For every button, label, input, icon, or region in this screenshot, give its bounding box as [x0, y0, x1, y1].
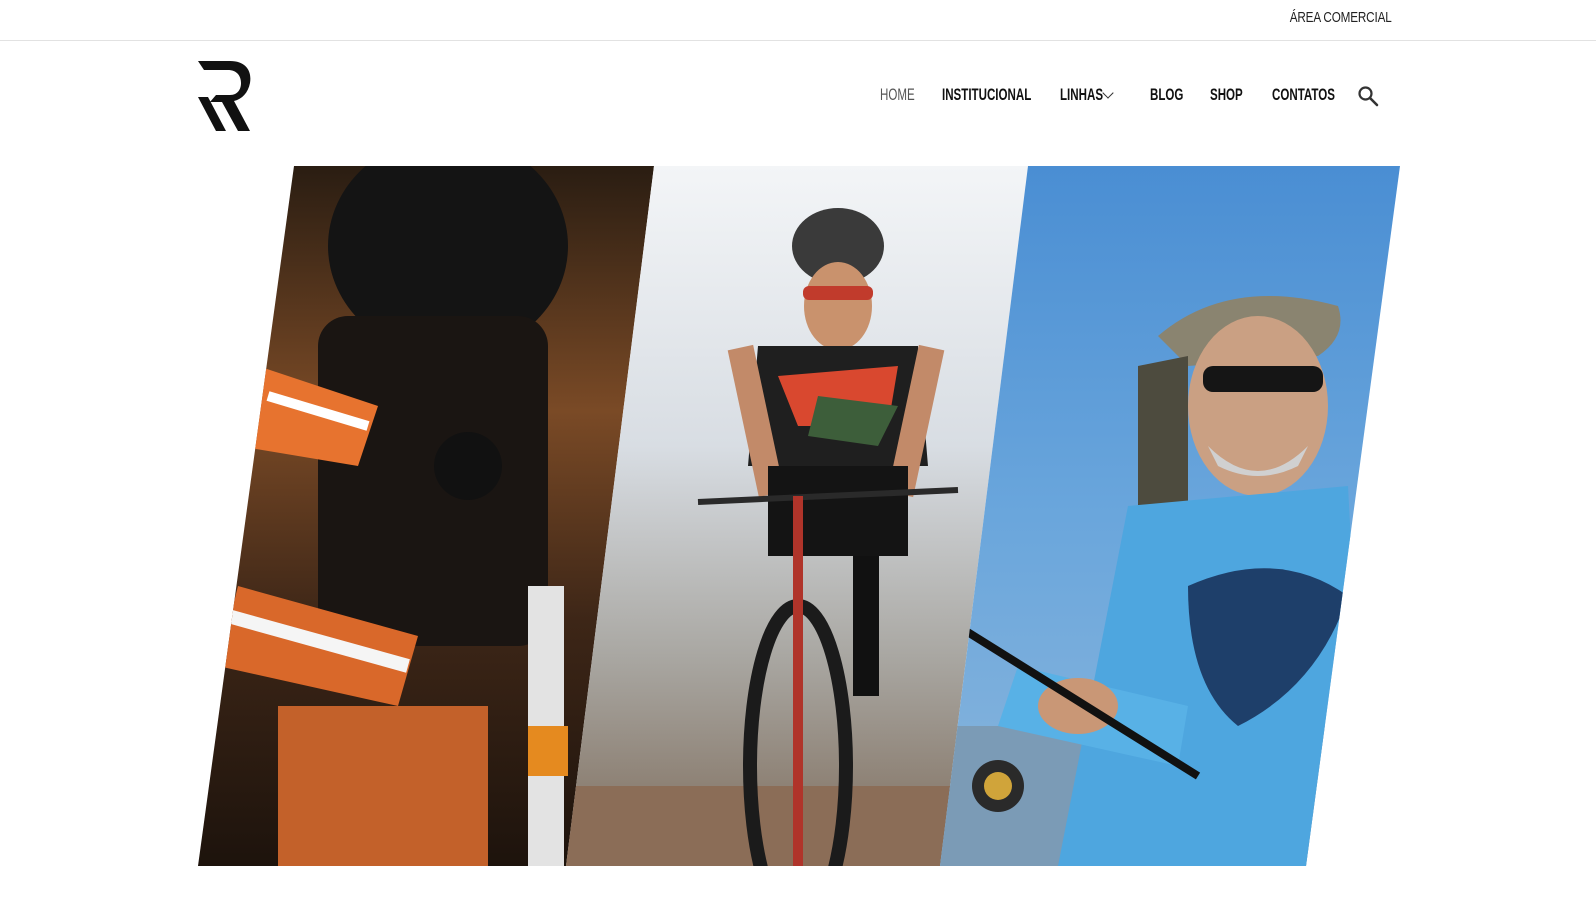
nav-institucional[interactable]: Institucional: [942, 85, 1031, 105]
nav-shop[interactable]: Shop: [1210, 85, 1243, 105]
search-icon[interactable]: [1356, 84, 1380, 108]
nav-linhas[interactable]: Linhas: [1060, 85, 1103, 105]
nav-blog[interactable]: Blog: [1150, 85, 1183, 105]
nav-home[interactable]: Home: [880, 85, 915, 105]
area-comercial-link[interactable]: Área Comercial: [1290, 9, 1392, 26]
top-bar: Área Comercial: [0, 0, 1596, 41]
site-header: Home Institucional Linhas Blog Shop Cont…: [0, 41, 1596, 163]
hero-collage: [198, 166, 1400, 866]
hero-banner[interactable]: [198, 166, 1400, 866]
chevron-down-icon[interactable]: [1102, 86, 1114, 99]
nav-contatos[interactable]: Contatos: [1272, 85, 1335, 105]
brand-logo[interactable]: [196, 59, 252, 133]
